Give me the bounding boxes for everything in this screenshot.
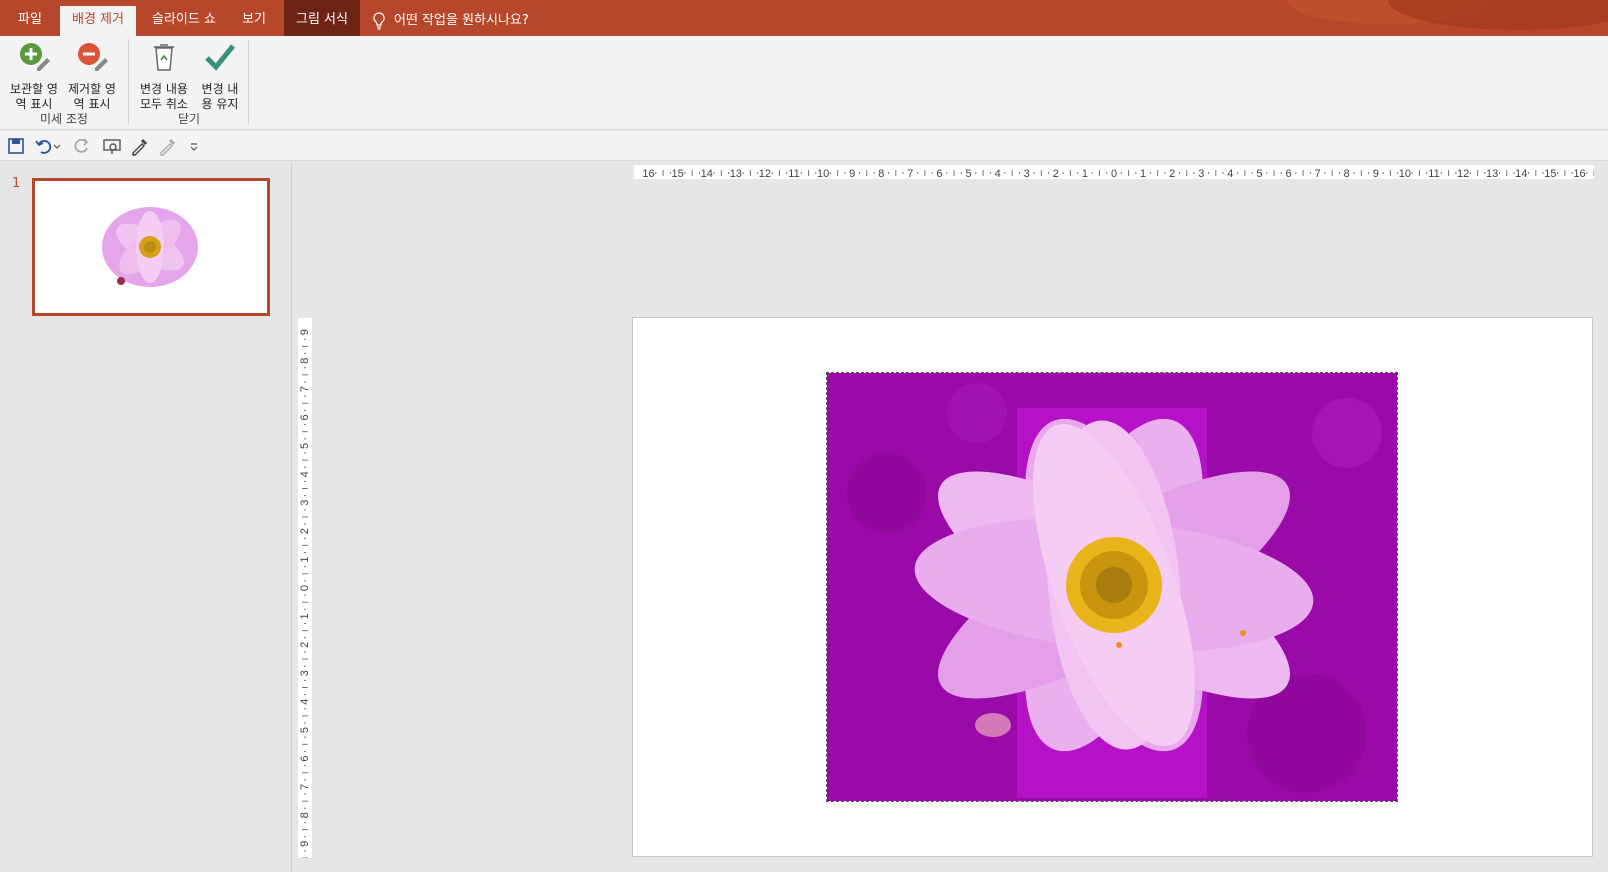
undo-icon[interactable] (34, 136, 54, 156)
decor (1388, 0, 1608, 30)
ruler-tick-label: 5 (299, 443, 311, 449)
ruler-tick-label: 12 (1457, 168, 1469, 180)
ruler-tick-label: 6 (1285, 168, 1291, 180)
ruler-tick-label: 7 (907, 168, 913, 180)
tab-remove-background[interactable]: 배경 제거 (60, 6, 136, 36)
present-icon[interactable] (102, 136, 122, 156)
ruler-tick-label: 1 (299, 557, 311, 563)
ruler-tick-label: 14 (1515, 168, 1527, 180)
keep-changes-button[interactable]: 변경 내 용 유지 (192, 40, 248, 112)
ruler-tick-label: 4 (1227, 168, 1233, 180)
ruler-tick-label: 4 (299, 699, 311, 705)
discard-line1: 변경 내용 (140, 82, 188, 96)
keepchanges-line1: 변경 내 (201, 82, 239, 96)
group-label-close: 닫기 (177, 112, 201, 126)
ruler-tick-label: 9 (299, 841, 311, 847)
ruler-tick-label: 13 (730, 168, 742, 180)
minus-pencil-icon (78, 43, 108, 71)
tab-slideshow[interactable]: 슬라이드 쇼 (140, 6, 228, 36)
remove-line1: 제거할 영 (68, 82, 116, 96)
ruler-tick-label: 2 (299, 642, 311, 648)
ruler-tick-label: 11 (1428, 168, 1439, 180)
lightbulb-icon (373, 12, 385, 30)
tab-picture-format[interactable]: 그림 서식 (284, 0, 360, 36)
flower-thumbnail-image (102, 207, 198, 287)
ruler-tick-label: 4 (299, 471, 311, 477)
plus-pencil-icon (20, 43, 50, 71)
ruler-tick-label: 7 (1315, 168, 1321, 180)
checkmark-icon (205, 44, 235, 71)
slide-thumbnail-pane: 1 (0, 162, 292, 872)
eyedropper-icon[interactable] (130, 136, 150, 156)
mark-areas-to-keep-button[interactable]: 보관할 영 역 표시 (6, 40, 62, 112)
ruler-tick-label: 0 (299, 585, 311, 591)
ruler-tick-label: 6 (299, 414, 311, 420)
flower-image (827, 373, 1397, 801)
ruler-tick-label: 11 (788, 168, 799, 180)
ruler-tick-label: 10 (1399, 168, 1411, 180)
ruler-tick-label: 4 (995, 168, 1001, 180)
ruler-tick-label: 8 (299, 358, 311, 364)
ruler-tick-label: 5 (1256, 168, 1262, 180)
ruler-tick-label: 8 (878, 168, 884, 180)
title-tab-bar: 파일 배경 제거 슬라이드 쇼 보기 그림 서식 어떤 작업을 원하시나요? (0, 0, 1608, 36)
tell-me-box[interactable]: 어떤 작업을 원하시나요? (372, 6, 529, 36)
picture-background-removal[interactable] (826, 372, 1398, 802)
ruler-tick-label: 6 (936, 168, 942, 180)
ruler-tick-label: 12 (759, 168, 771, 180)
save-icon[interactable] (6, 136, 26, 156)
discard-all-changes-button[interactable]: 변경 내용 모두 취소 (136, 40, 192, 112)
ruler-tick-label: 2 (1053, 168, 1059, 180)
ruler-tick-label: 9 (849, 168, 855, 180)
more-icon[interactable] (188, 136, 200, 156)
ruler-tick-label: 1 (1082, 168, 1088, 180)
vertical-ruler: 9 8 7 6 5 4 3 2 1 0 1 2 3 4 5 6 7 8 9 (298, 318, 312, 866)
ruler-tick-label: 13 (1486, 168, 1498, 180)
ruler-tick-label: 8 (1344, 168, 1350, 180)
ruler-tick-label: 6 (299, 755, 311, 761)
tab-view[interactable]: 보기 (230, 6, 278, 36)
quick-access-toolbar (0, 131, 1608, 161)
ruler-tick-label: 1 (1140, 168, 1146, 180)
ruler-tick-label: 3 (1024, 168, 1030, 180)
recycle-bin-icon (154, 44, 174, 71)
ruler-tick-label: 9 (299, 329, 311, 335)
ruler-tick-label: 2 (1169, 168, 1175, 180)
horizontal-ruler: 16 15 14 13 12 11 10 9 8 7 6 5 4 3 2 1 0 1 2 3 4 5 6 7 8 9 10 11 12 1… (634, 165, 1602, 180)
slide-number: 1 (12, 176, 21, 191)
mark-areas-to-remove-button[interactable]: 제거할 영 역 표시 (64, 40, 120, 112)
ruler-tick-label: 7 (299, 784, 311, 790)
slide-thumbnail[interactable] (32, 178, 270, 316)
ruler-tick-label: 15 (672, 168, 684, 180)
ruler-tick-label: 5 (965, 168, 971, 180)
ruler-tick-label: 3 (299, 500, 311, 506)
ruler-tick-label: 16 (642, 168, 654, 180)
ribbon: 보관할 영 역 표시 제거할 영 역 표시 미세 조정 변경 내용 모두 취소 … (0, 36, 1608, 130)
ruler-tick-label: 0 (1111, 168, 1117, 180)
ruler-tick-label: 3 (299, 670, 311, 676)
ruler-tick-label: 1 (299, 613, 311, 619)
ruler-tick-label: 8 (299, 812, 311, 818)
ruler-tick-label: 7 (299, 386, 311, 392)
keep-line1: 보관할 영 (10, 82, 58, 96)
group-label-refine: 미세 조정 (40, 112, 88, 126)
redo-icon[interactable] (72, 136, 92, 156)
group-separator (128, 40, 129, 124)
ruler-tick-label: 9 (1373, 168, 1379, 180)
undo-dropdown-icon[interactable] (52, 136, 62, 156)
ruler-tick-label: 3 (1198, 168, 1204, 180)
group-separator (248, 40, 249, 124)
ruler-tick-label: 15 (1544, 168, 1556, 180)
ruler-tick-label: 14 (701, 168, 713, 180)
tell-me-label: 어떤 작업을 원하시나요? (394, 13, 529, 28)
ruler-tick-label: 5 (299, 727, 311, 733)
ruler-tick-label: 10 (817, 168, 829, 180)
tab-file[interactable]: 파일 (6, 6, 54, 36)
ruler-tick-label: 2 (299, 528, 311, 534)
ruler-tick-label: 16 (1573, 168, 1585, 180)
eyedropper-disabled-icon[interactable] (158, 136, 178, 156)
